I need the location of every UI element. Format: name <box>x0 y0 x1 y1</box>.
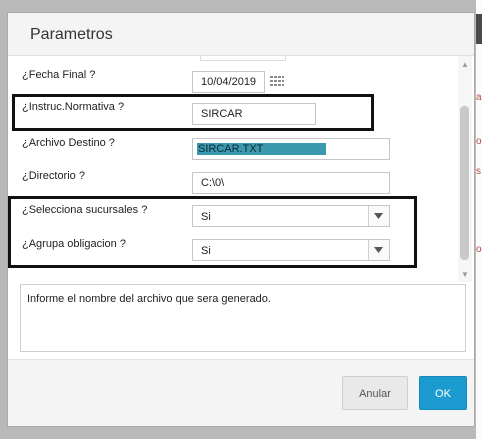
background-toolbar <box>476 14 482 44</box>
form-scrollbar[interactable]: ▲ ▼ <box>458 56 472 282</box>
scroll-down-icon[interactable]: ▼ <box>458 270 472 279</box>
highlight-box <box>8 196 417 268</box>
background-text: s <box>476 166 481 177</box>
background-text: o <box>476 244 482 255</box>
dialog-footer: Anular OK <box>8 359 474 426</box>
background-window: a o s o <box>476 0 482 439</box>
cancel-button[interactable]: Anular <box>342 376 408 410</box>
background-text: o <box>476 136 482 147</box>
calendar-icon[interactable] <box>269 75 285 89</box>
archivo-destino-value: SIRCAR.TXT <box>197 143 267 155</box>
directorio-label: ¿Directorio ? <box>22 170 85 182</box>
scrollbar-thumb[interactable] <box>460 106 469 260</box>
scroll-up-icon[interactable]: ▲ <box>458 60 472 69</box>
archivo-destino-input[interactable]: SIRCAR.TXT <box>192 138 390 160</box>
fecha-final-input[interactable]: 10/04/2019 <box>192 71 265 93</box>
previous-field-edge <box>200 56 286 61</box>
selection-highlight <box>266 143 327 155</box>
dialog-header: Parametros <box>8 13 474 56</box>
archivo-destino-label: ¿Archivo Destino ? <box>22 137 115 149</box>
highlight-box <box>12 94 374 131</box>
help-text-box: Informe el nombre del archivo que sera g… <box>20 284 466 352</box>
dialog-title: Parametros <box>30 26 113 43</box>
ok-button[interactable]: OK <box>419 376 467 410</box>
fecha-final-label: ¿Fecha Final ? <box>22 69 96 81</box>
background-text: a <box>476 92 482 103</box>
directorio-input[interactable]: C:\0\ <box>192 172 390 194</box>
